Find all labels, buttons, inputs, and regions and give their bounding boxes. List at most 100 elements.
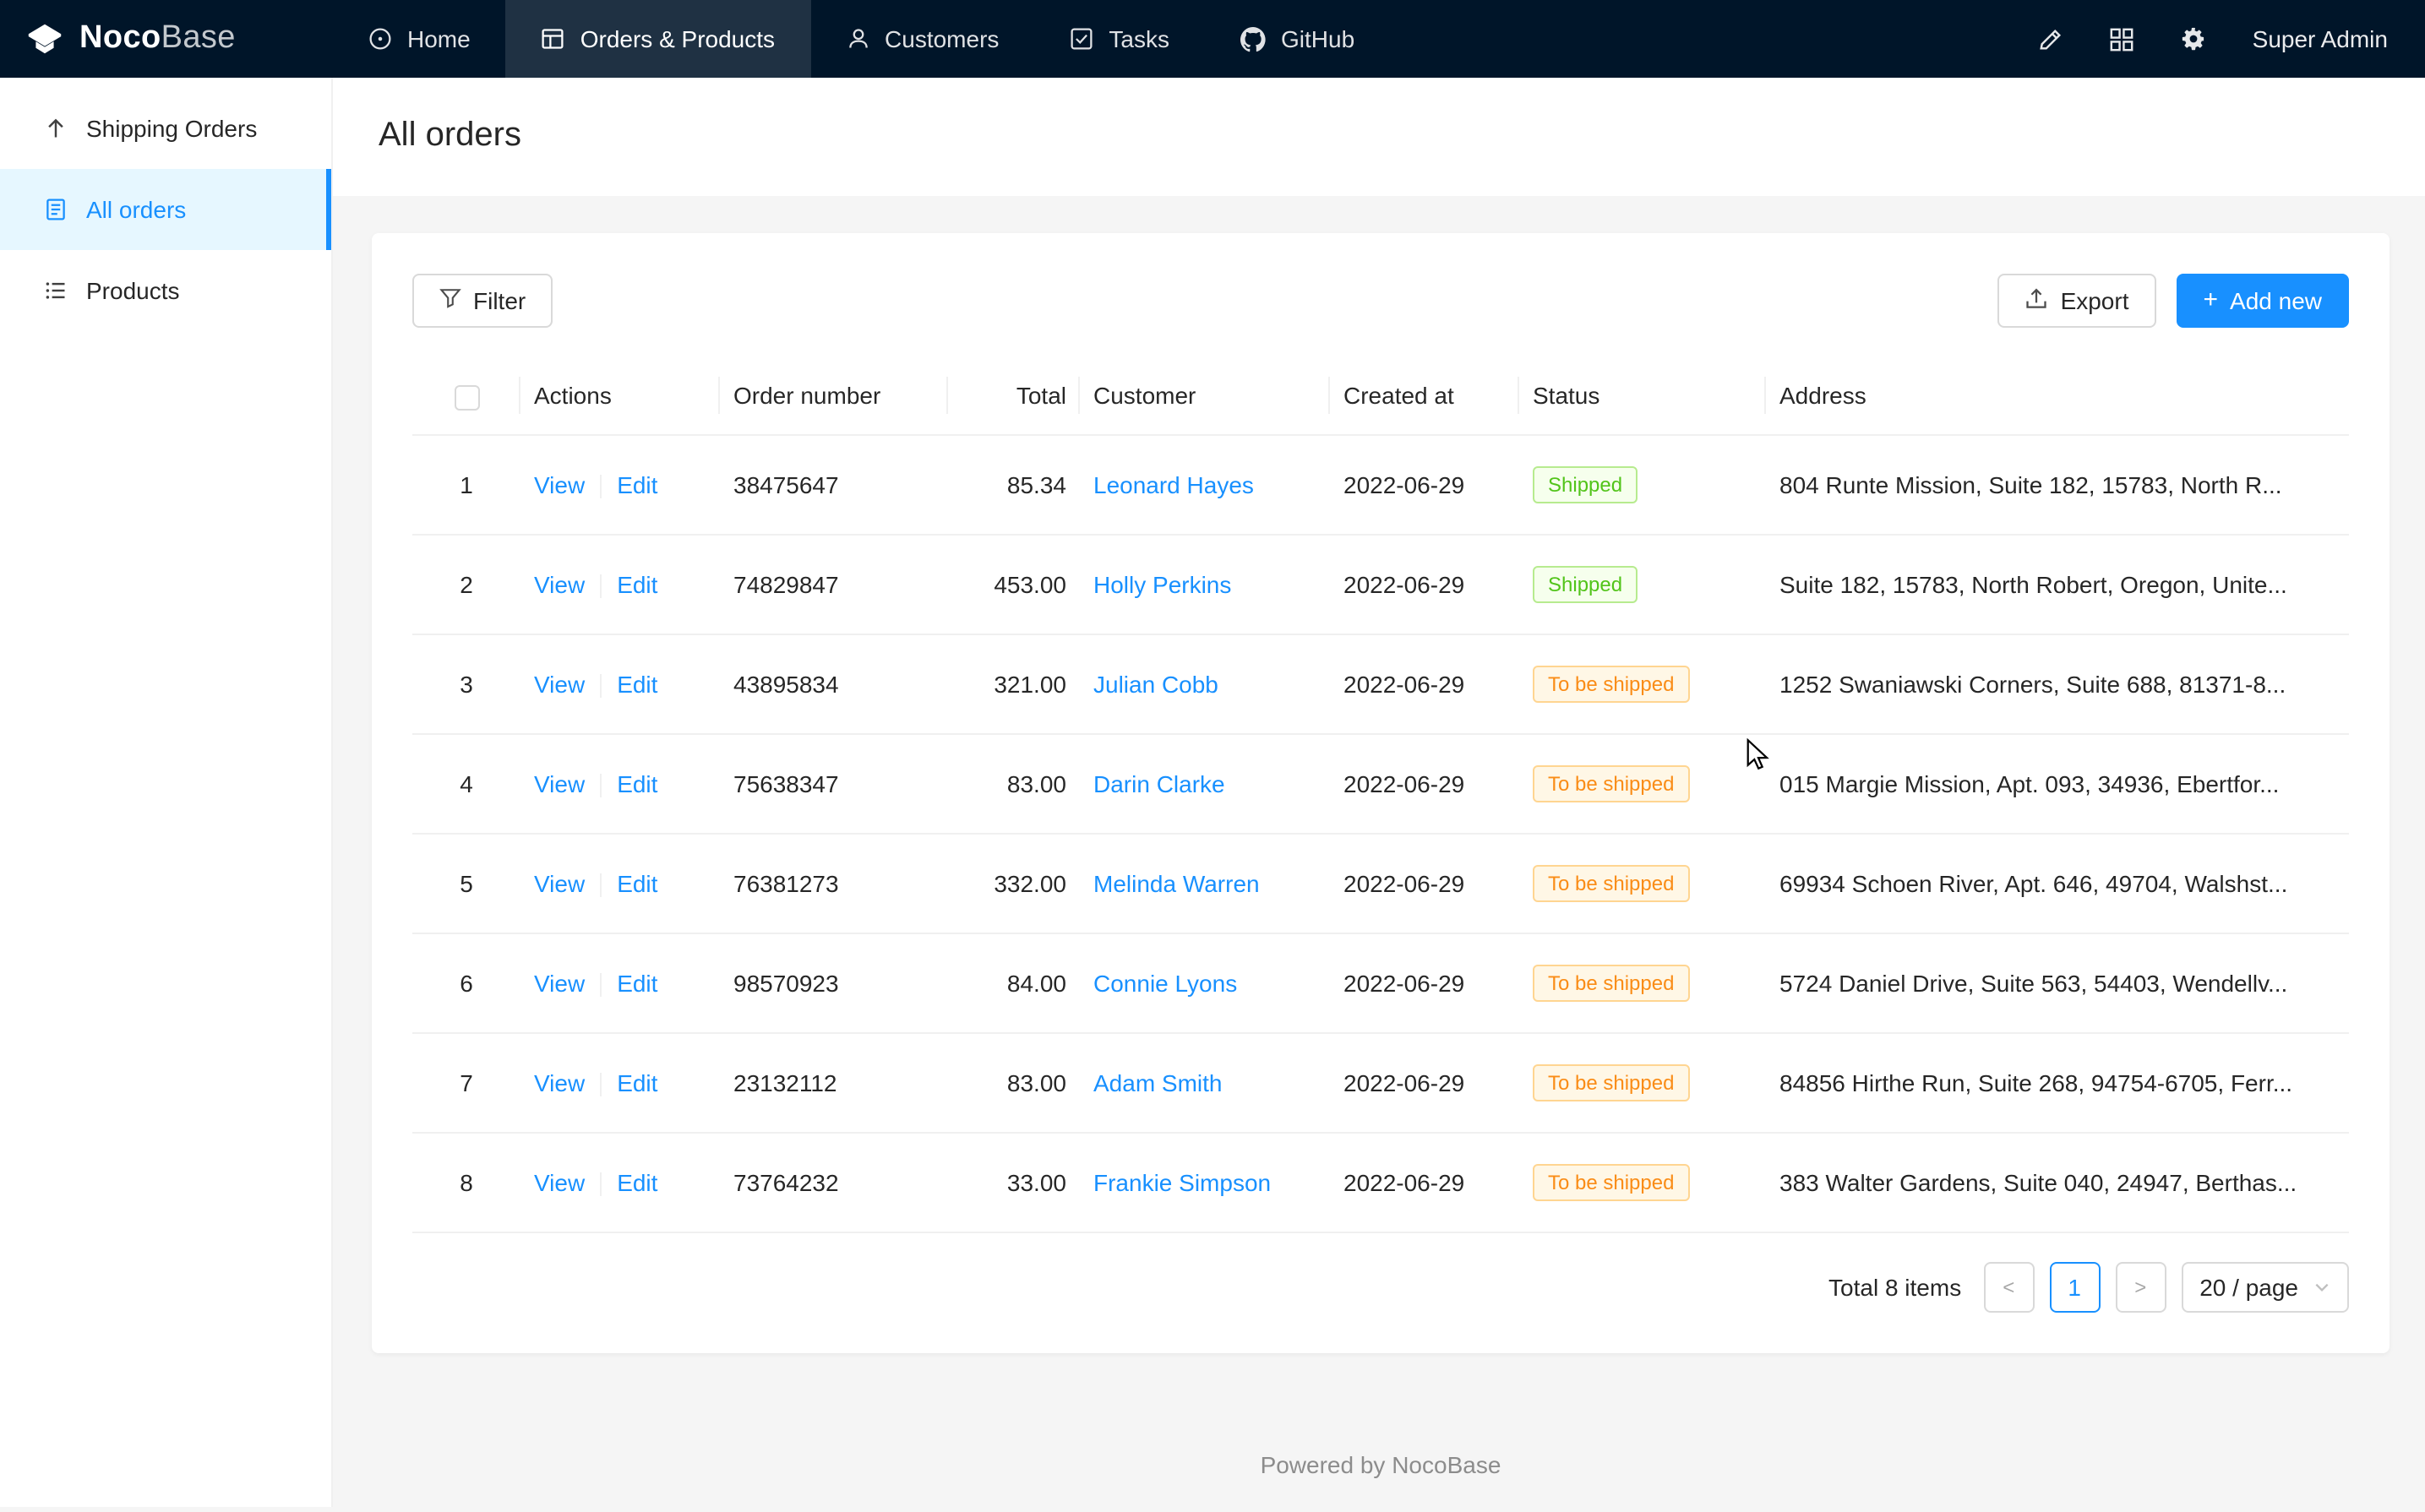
filter-icon [439, 287, 461, 314]
customer-link[interactable]: Darin Clarke [1093, 770, 1225, 797]
orders-table-icon [542, 27, 565, 51]
export-button[interactable]: Export [1998, 274, 2156, 328]
view-link[interactable]: View [534, 570, 585, 597]
customer-cell: Connie Lyons [1080, 933, 1330, 1033]
total-cell: 332.00 [948, 834, 1080, 933]
order-number-cell: 74829847 [720, 535, 948, 634]
plugins-grid-icon[interactable] [2109, 26, 2134, 52]
orders-table: Actions Order number Total Customer Crea… [412, 358, 2349, 1233]
row-actions-cell: View Edit [520, 834, 720, 933]
pagination-prev-button[interactable]: < [1983, 1262, 2034, 1313]
column-header-created-at: Created at [1330, 358, 1519, 435]
customer-cell: Frankie Simpson [1080, 1133, 1330, 1232]
edit-link[interactable]: Edit [617, 969, 657, 996]
powered-by-footer: Powered by NocoBase [372, 1353, 2390, 1512]
status-cell: To be shipped [1519, 634, 1766, 734]
table-header-row: Actions Order number Total Customer Crea… [412, 358, 2349, 435]
customer-link[interactable]: Frankie Simpson [1093, 1169, 1271, 1196]
status-cell: To be shipped [1519, 834, 1766, 933]
row-index: 1 [412, 435, 520, 535]
action-divider [600, 674, 602, 698]
order-number-cell: 75638347 [720, 734, 948, 834]
row-index: 3 [412, 634, 520, 734]
customer-link[interactable]: Leonard Hayes [1093, 471, 1254, 498]
user-menu[interactable]: Super Admin [2253, 25, 2388, 52]
customer-link[interactable]: Julian Cobb [1093, 671, 1218, 698]
ui-editor-pen-icon[interactable] [2038, 26, 2063, 52]
view-link[interactable]: View [534, 770, 585, 797]
customer-link[interactable]: Melinda Warren [1093, 870, 1260, 897]
top-navbar: NocoBase Home Orders & Products Customer… [0, 0, 2425, 78]
nav-item-customers[interactable]: Customers [810, 0, 1034, 78]
edit-link[interactable]: Edit [617, 570, 657, 597]
row-index: 7 [412, 1033, 520, 1133]
pagination-next-button[interactable]: > [2115, 1262, 2166, 1313]
nav-item-tasks[interactable]: Tasks [1034, 0, 1205, 78]
settings-gear-icon[interactable] [2180, 25, 2207, 52]
row-index: 4 [412, 734, 520, 834]
edit-link[interactable]: Edit [617, 1168, 657, 1195]
page-size-value: 20 / page [2199, 1274, 2298, 1301]
pagination-page-1[interactable]: 1 [2049, 1262, 2100, 1313]
home-icon [368, 27, 392, 51]
row-actions-cell: View Edit [520, 1133, 720, 1232]
page-size-select[interactable]: 20 / page [2181, 1262, 2349, 1313]
table-row: 4 ViewEdit 75638347 83.00 Darin Clarke 2… [412, 734, 2349, 834]
action-divider [600, 1172, 602, 1196]
sidebar-item-label: Shipping Orders [86, 115, 257, 142]
select-all-checkbox[interactable] [454, 385, 479, 411]
content-area: Filter Export + Add new [333, 196, 2425, 1512]
nav-item-home[interactable]: Home [333, 0, 506, 78]
edit-link[interactable]: Edit [617, 470, 657, 498]
address-cell: 015 Margie Mission, Apt. 093, 34936, Ebe… [1766, 734, 2349, 834]
list-icon [44, 279, 68, 302]
created-at-cell: 2022-06-29 [1330, 1033, 1519, 1133]
row-index: 2 [412, 535, 520, 634]
pagination: Total 8 items < 1 > 20 / page [412, 1233, 2349, 1323]
add-new-button[interactable]: + Add new [2177, 274, 2350, 328]
sidebar-item-products[interactable]: Products [0, 250, 331, 331]
brand-text: NocoBase [79, 20, 236, 57]
row-index: 6 [412, 933, 520, 1033]
column-header-status: Status [1519, 358, 1766, 435]
order-number-cell: 38475647 [720, 435, 948, 535]
view-link[interactable]: View [534, 869, 585, 896]
total-cell: 84.00 [948, 933, 1080, 1033]
customer-link[interactable]: Adam Smith [1093, 1069, 1223, 1096]
edit-link[interactable]: Edit [617, 1069, 657, 1096]
row-actions-cell: View Edit [520, 933, 720, 1033]
filter-button[interactable]: Filter [412, 274, 553, 328]
view-link[interactable]: View [534, 470, 585, 498]
nav-item-github[interactable]: GitHub [1205, 0, 1390, 78]
add-new-button-label: Add new [2230, 287, 2322, 314]
row-index: 8 [412, 1133, 520, 1232]
nav-item-orders-products[interactable]: Orders & Products [506, 0, 810, 78]
total-cell: 33.00 [948, 1133, 1080, 1232]
view-link[interactable]: View [534, 670, 585, 697]
action-divider [600, 475, 602, 498]
main-area: All orders Filter [333, 78, 2425, 1507]
main-nav: Home Orders & Products Customers Tasks [333, 0, 2038, 78]
status-cell: Shipped [1519, 435, 1766, 535]
sidebar-item-all-orders[interactable]: All orders [0, 169, 331, 250]
status-cell: To be shipped [1519, 734, 1766, 834]
edit-link[interactable]: Edit [617, 770, 657, 797]
customers-icon [846, 27, 869, 51]
edit-link[interactable]: Edit [617, 670, 657, 697]
sidebar-item-shipping-orders[interactable]: Shipping Orders [0, 88, 331, 169]
status-badge: To be shipped [1533, 965, 1689, 1002]
total-cell: 85.34 [948, 435, 1080, 535]
nav-item-label: Tasks [1109, 25, 1169, 52]
created-at-cell: 2022-06-29 [1330, 834, 1519, 933]
status-badge: To be shipped [1533, 666, 1689, 703]
table-row: 7 ViewEdit 23132112 83.00 Adam Smith 202… [412, 1033, 2349, 1133]
customer-link[interactable]: Holly Perkins [1093, 571, 1231, 598]
view-link[interactable]: View [534, 1168, 585, 1195]
view-link[interactable]: View [534, 1069, 585, 1096]
customer-link[interactable]: Connie Lyons [1093, 970, 1237, 997]
view-link[interactable]: View [534, 969, 585, 996]
edit-link[interactable]: Edit [617, 869, 657, 896]
nocobase-logo[interactable]: NocoBase [0, 0, 333, 78]
sidebar-item-label: Products [86, 277, 180, 304]
sidebar-item-label: All orders [86, 196, 186, 223]
